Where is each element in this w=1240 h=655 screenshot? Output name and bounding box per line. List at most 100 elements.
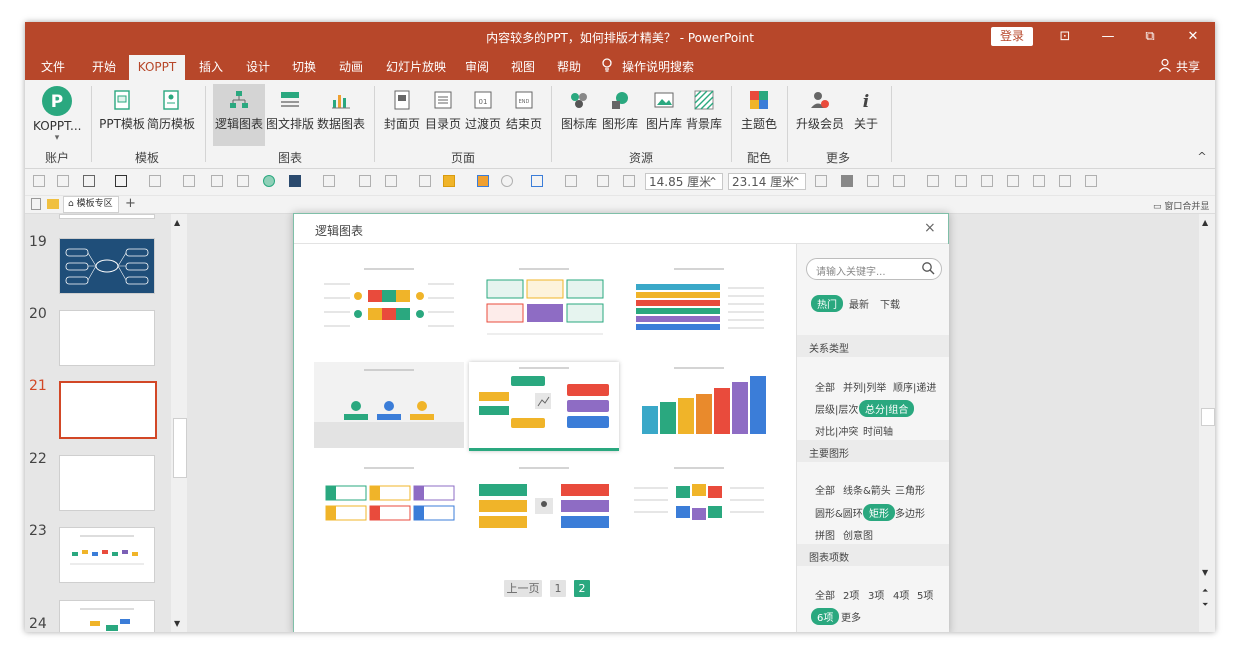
template-card-selected[interactable] — [469, 362, 619, 451]
data-chart-button[interactable]: 数据图表 — [316, 84, 366, 132]
filter-option[interactable]: 时间轴 — [863, 423, 893, 438]
menu-home[interactable]: 开始 — [92, 58, 116, 75]
end-page-button[interactable]: END 结束页 — [504, 84, 544, 132]
add-tab-icon[interactable]: + — [125, 196, 136, 211]
about-button[interactable]: i 关于 — [851, 84, 881, 132]
next-slide-icon[interactable]: ⏷ — [1202, 600, 1208, 610]
scroll-down-icon[interactable]: ▼ — [1202, 568, 1208, 577]
close-icon[interactable]: ✕ — [1178, 27, 1208, 47]
outline-icon[interactable] — [385, 175, 397, 187]
share-button[interactable]: 共享 — [1176, 58, 1200, 75]
format-tool-icon[interactable] — [33, 175, 45, 187]
sort-new-tab[interactable]: 最新 — [849, 296, 869, 311]
theme-color-button[interactable]: 主题色 — [737, 84, 781, 132]
format-tool-icon[interactable] — [927, 175, 939, 187]
filter-option[interactable]: 2项 — [843, 587, 859, 602]
stepper-icon[interactable]: ⌃ — [708, 174, 718, 191]
scroll-up-icon[interactable]: ▲ — [174, 218, 180, 227]
ungroup-icon[interactable] — [623, 175, 635, 187]
filter-option-active[interactable]: 矩形 — [863, 504, 895, 521]
ribbon-display-icon[interactable]: ⊡ — [1050, 27, 1080, 47]
format-tool-icon[interactable] — [955, 175, 967, 187]
menu-slideshow[interactable]: 幻灯片放映 — [386, 58, 446, 75]
filter-option[interactable]: 多边形 — [895, 505, 925, 520]
scrollbar-thumb[interactable] — [173, 418, 187, 478]
template-card[interactable] — [624, 462, 774, 548]
ppt-template-button[interactable]: PPT模板 — [99, 84, 145, 132]
collapse-ribbon-icon[interactable]: ^ — [1195, 150, 1209, 163]
slide-thumbnail-24[interactable] — [59, 600, 155, 632]
search-icon[interactable] — [921, 261, 935, 278]
fill-color-icon[interactable] — [289, 175, 301, 187]
template-card[interactable] — [314, 262, 464, 348]
format-tool-icon[interactable] — [57, 175, 69, 187]
image-library-button[interactable]: 图片库 — [645, 84, 683, 132]
format-tool-icon[interactable] — [183, 175, 195, 187]
menu-file[interactable]: 文件 — [41, 58, 65, 75]
paint-bucket-icon[interactable] — [323, 175, 335, 187]
ellipse-icon[interactable] — [263, 175, 275, 187]
koppt-account-button[interactable]: P KOPPT... ▾ — [33, 84, 81, 143]
filter-option[interactable]: 5项 — [917, 587, 933, 602]
slide-thumbnail-20[interactable] — [59, 310, 155, 366]
chart-icon[interactable] — [477, 175, 489, 187]
slide-thumbnail-23[interactable] — [59, 527, 155, 583]
template-card[interactable] — [624, 362, 774, 448]
align-icon[interactable] — [565, 175, 577, 187]
font-color-icon[interactable] — [149, 175, 161, 187]
filter-option-active[interactable]: 6项 — [811, 608, 840, 625]
menu-review[interactable]: 审阅 — [465, 58, 489, 75]
menu-transitions[interactable]: 切换 — [292, 58, 316, 75]
format-tool-icon[interactable] — [1085, 175, 1097, 187]
restore-icon[interactable]: ⧉ — [1135, 27, 1165, 47]
format-tool-icon[interactable] — [1059, 175, 1071, 187]
search-input[interactable]: 请输入关键字... — [806, 258, 942, 280]
resume-template-button[interactable]: 简历模板 — [147, 84, 195, 132]
filter-option[interactable]: 圆形&圆环 — [815, 505, 863, 520]
text-direction-icon[interactable] — [115, 175, 127, 187]
filter-option[interactable]: 并列|列举 — [843, 379, 886, 394]
filter-option[interactable]: 3项 — [868, 587, 884, 602]
eyedropper-icon[interactable] — [359, 175, 371, 187]
filter-option[interactable]: 拼图 — [815, 527, 835, 542]
pen-icon[interactable] — [211, 175, 223, 187]
slide-thumbnail-21[interactable] — [59, 381, 157, 439]
filter-option[interactable]: 更多 — [841, 609, 861, 624]
menu-design[interactable]: 设计 — [246, 58, 270, 75]
minimize-icon[interactable]: — — [1093, 27, 1123, 47]
stepper-icon[interactable]: ⌃ — [791, 174, 801, 191]
template-card[interactable] — [314, 362, 464, 448]
delete-icon[interactable] — [841, 175, 853, 187]
icon-library-button[interactable]: 图标库 — [559, 84, 599, 132]
tell-me-search[interactable]: 操作说明搜索 — [622, 58, 694, 75]
image-text-layout-button[interactable]: 图文排版 — [266, 84, 314, 132]
menu-animations[interactable]: 动画 — [339, 58, 363, 75]
shape-library-button[interactable]: 图形库 — [601, 84, 639, 132]
frame-icon[interactable] — [893, 175, 905, 187]
rotate-icon[interactable] — [531, 175, 543, 187]
shape-effect-icon[interactable] — [501, 175, 513, 187]
page-1-button[interactable]: 1 — [550, 580, 566, 597]
crop-icon[interactable] — [237, 175, 249, 187]
filter-option[interactable]: 创意图 — [843, 527, 873, 542]
eyedropper-icon[interactable] — [419, 175, 431, 187]
template-card[interactable] — [624, 262, 774, 348]
slide-thumb-partial[interactable] — [59, 214, 155, 219]
logic-chart-button[interactable]: 逻辑图表 — [213, 84, 265, 146]
highlight-icon[interactable] — [443, 175, 455, 187]
background-library-button[interactable]: 背景库 — [685, 84, 723, 132]
filter-option[interactable]: 三角形 — [895, 482, 925, 497]
canvas-scrollbar[interactable]: ▲ ▼ ⏶ ⏷ — [1199, 214, 1215, 632]
slide-thumbnail-22[interactable] — [59, 455, 155, 511]
scrollbar-thumb[interactable] — [1201, 408, 1215, 426]
page-2-button-current[interactable]: 2 — [574, 580, 590, 597]
new-doc-icon[interactable] — [31, 198, 41, 210]
toc-page-button[interactable]: 目录页 — [424, 84, 462, 132]
filter-option[interactable]: 全部 — [815, 379, 835, 394]
filter-option[interactable]: 全部 — [815, 587, 835, 602]
prev-page-button[interactable]: 上一页 — [504, 580, 542, 597]
template-card[interactable] — [314, 462, 464, 548]
dialog-close-icon[interactable]: × — [924, 220, 936, 236]
upgrade-member-button[interactable]: 升级会员 — [795, 84, 845, 132]
group-icon[interactable] — [597, 175, 609, 187]
